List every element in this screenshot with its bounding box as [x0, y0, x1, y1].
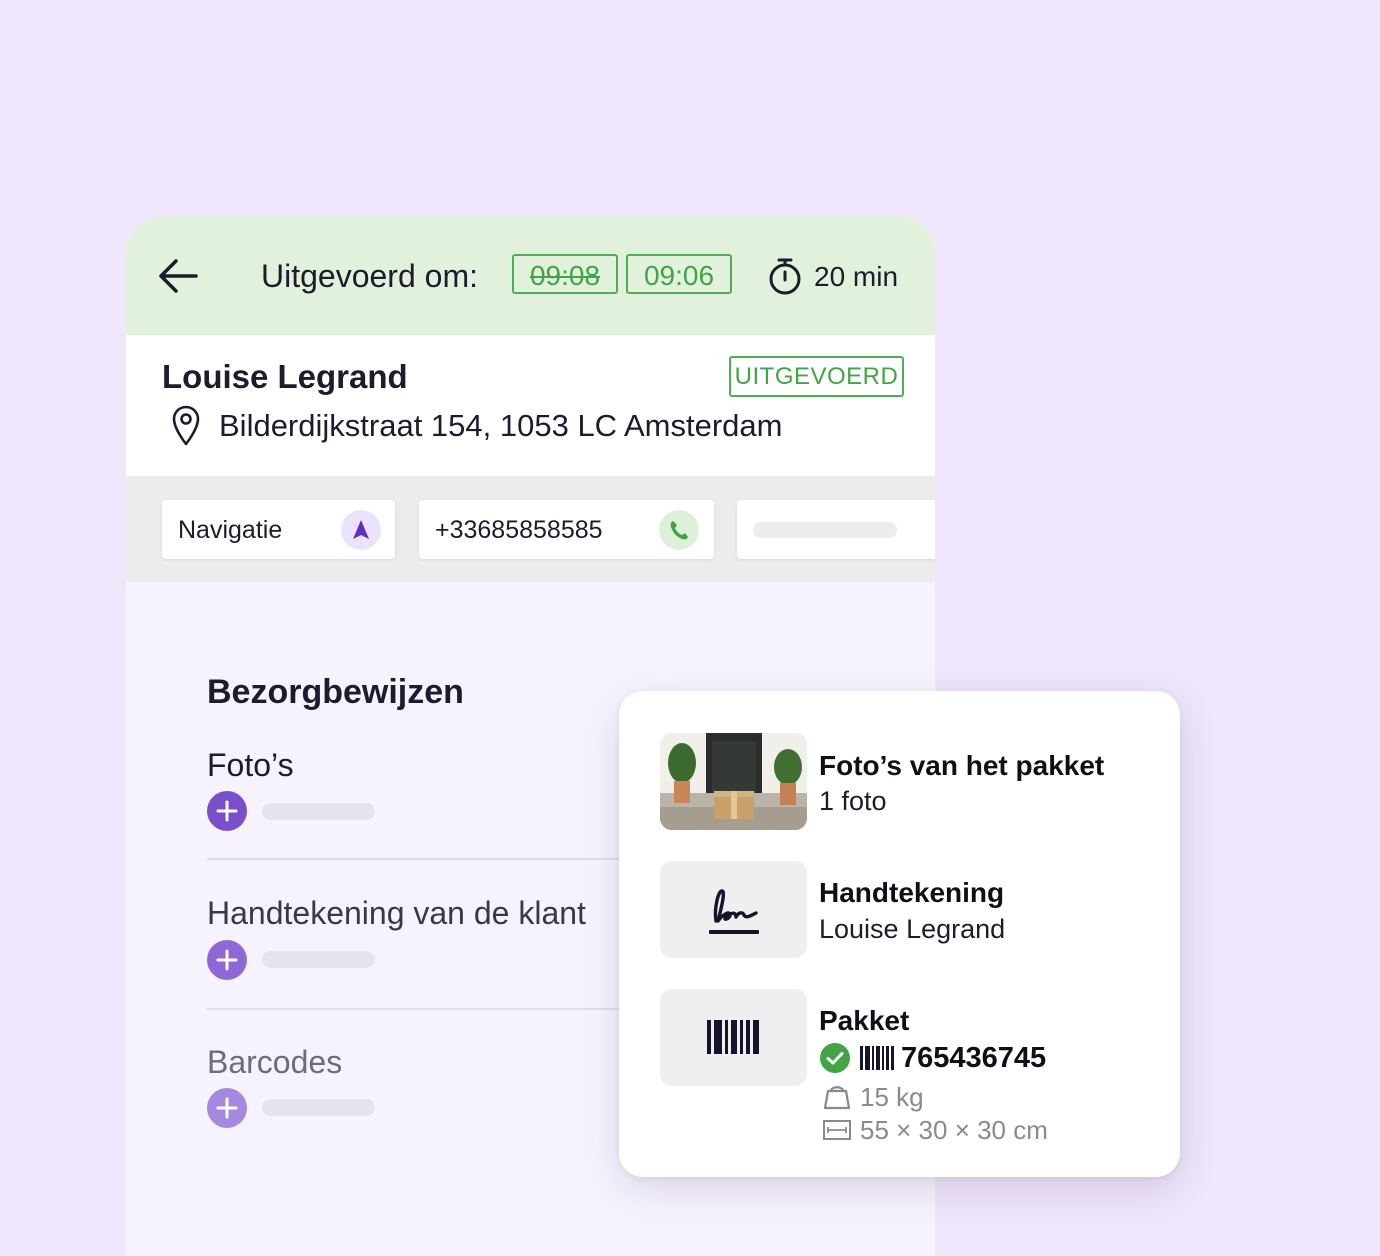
planned-time: 09:08 — [512, 254, 618, 294]
phone-number: +33685858585 — [435, 516, 603, 544]
signature-name: Louise Legrand — [819, 914, 1006, 944]
barcode-number: 765436745 — [901, 1042, 1047, 1074]
placeholder-bar — [262, 951, 375, 968]
plus-icon — [207, 940, 247, 980]
customer-address: Bilderdijkstraat 154, 1053 LC Amsterdam — [219, 408, 783, 443]
stopwatch-icon — [769, 258, 801, 295]
quick-actions: Navigatie +33685858585 — [126, 476, 935, 582]
signature-icon — [709, 889, 759, 934]
photos-count: 1 foto — [819, 786, 887, 816]
placeholder-bar — [262, 803, 375, 820]
package-photo-thumbnail[interactable] — [660, 733, 807, 830]
signature-label: Handtekening van de klant — [207, 895, 586, 931]
placeholder-bar — [262, 1099, 375, 1116]
location-pin-icon — [172, 405, 200, 446]
barcodes-label: Barcodes — [207, 1044, 343, 1080]
check-circle-icon — [820, 1043, 850, 1073]
card-header: Uitgevoerd om: 09:08 09:06 20 min — [126, 216, 935, 335]
navigation-label: Navigatie — [178, 516, 283, 544]
status-badge: UITGEVOERD — [729, 356, 904, 397]
plus-icon — [207, 791, 247, 831]
customer-info: Louise Legrand UITGEVOERD Bilderdijkstra… — [126, 335, 935, 476]
plus-icon — [207, 1088, 247, 1128]
barcode-thumbnail[interactable] — [660, 989, 807, 1086]
duration: 20 min — [814, 261, 899, 292]
completed-at-label: Uitgevoerd om: — [261, 258, 478, 294]
actual-time: 09:06 — [626, 254, 732, 294]
add-signature-button[interactable] — [207, 940, 247, 980]
navigation-icon — [341, 510, 381, 550]
customer-name: Louise Legrand — [162, 358, 408, 395]
parcel-weight: 15 kg — [860, 1082, 924, 1112]
navigation-button[interactable]: Navigatie — [162, 500, 395, 559]
phone-icon — [659, 510, 699, 550]
call-button[interactable]: +33685858585 — [419, 500, 714, 559]
photos-title: Foto’s van het pakket — [819, 750, 1105, 781]
more-action-button[interactable] — [737, 500, 935, 559]
barcode-icon — [860, 1046, 894, 1070]
back-arrow-icon[interactable] — [156, 256, 200, 296]
parcel-title: Pakket — [819, 1005, 910, 1036]
parcel-dimensions: 55 × 30 × 30 cm — [860, 1115, 1048, 1145]
proofs-title: Bezorgbewijzen — [207, 673, 464, 711]
delivery-proof-summary: Foto’s van het pakket 1 foto Handtekenin… — [619, 691, 1180, 1177]
dimensions-icon — [823, 1120, 851, 1140]
add-barcode-button[interactable] — [207, 1088, 247, 1128]
barcode-icon — [707, 1020, 759, 1054]
add-photo-button[interactable] — [207, 791, 247, 831]
signature-thumbnail[interactable] — [660, 861, 807, 958]
signature-title: Handtekening — [819, 877, 1005, 908]
weight-icon — [823, 1086, 851, 1110]
placeholder-bar — [753, 522, 897, 538]
photos-label: Foto’s — [207, 747, 294, 783]
